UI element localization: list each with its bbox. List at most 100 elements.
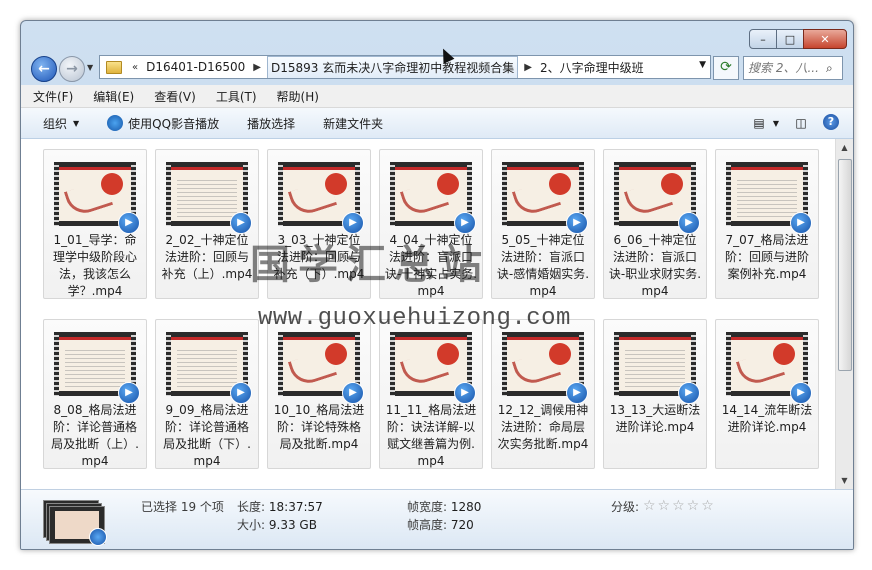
file-tile[interactable]: ▶ 2_02_十神定位法进阶：回顾与补充（上）.mp4 [155, 149, 259, 299]
breadcrumb-chevron-icon[interactable]: ▶ [518, 62, 538, 73]
file-name: 13_13_大运断法进阶详论.mp4 [609, 403, 701, 434]
rating-stars[interactable]: ☆☆☆☆☆ [643, 498, 716, 514]
menu-edit[interactable]: 编辑(E) [85, 88, 142, 105]
file-tile[interactable]: ▶ 7_07_格局法进阶：回顾与进阶案例补充.mp4 [715, 149, 819, 299]
qq-player-icon: ▶ [566, 382, 588, 404]
address-bar[interactable]: « D16401-D16500 ▶ D15893 玄而未决八字命理初中教程视频合… [99, 55, 711, 79]
minimize-button[interactable]: – [749, 29, 777, 49]
preview-pane-icon[interactable]: ◫ [791, 114, 811, 132]
folder-icon [106, 60, 122, 74]
view-dropdown-icon[interactable]: ▼ [771, 114, 781, 132]
vertical-scrollbar[interactable]: ▲ ▼ [835, 139, 853, 489]
file-name: 12_12_调候用神法进阶：命局层次实务批断.mp4 [497, 403, 589, 451]
file-tile[interactable]: ▶ 14_14_流年断法进阶详论.mp4 [715, 319, 819, 469]
file-tile[interactable]: ▶ 5_05_十神定位法进阶：盲派口诀-感情婚姻实务.mp4 [491, 149, 595, 299]
file-name: 10_10_格局法进阶：详论特殊格局及批断.mp4 [273, 403, 365, 451]
command-bar: 组织 ▼ 使用QQ影音播放 播放选择 新建文件夹 ▤ ▼ ◫ ? [21, 108, 853, 139]
qq-player-icon: ▶ [454, 212, 476, 234]
rating-label: 分级: [611, 500, 640, 514]
file-name: 5_05_十神定位法进阶：盲派口诀-感情婚姻实务.mp4 [496, 233, 590, 298]
qq-player-icon [89, 528, 107, 546]
organize-button[interactable]: 组织 ▼ [37, 115, 85, 132]
file-tile[interactable]: ▶ 8_08_格局法进阶：详论普通格局及批断（上）.mp4 [43, 319, 147, 469]
playlist-button[interactable]: 播放选择 [241, 115, 301, 132]
menu-help[interactable]: 帮助(H) [269, 88, 327, 105]
menu-file[interactable]: 文件(F) [25, 88, 81, 105]
qq-player-icon: ▶ [230, 382, 252, 404]
qq-player-icon: ▶ [790, 382, 812, 404]
watermark-url: www.guoxuehuizong.com [258, 305, 571, 332]
selection-count: 已选择 19 个项 [141, 500, 224, 514]
menu-view[interactable]: 查看(V) [146, 88, 204, 105]
frame-width-row: 帧宽度: 1280 [407, 498, 481, 515]
qq-player-icon: ▶ [678, 212, 700, 234]
search-box[interactable]: ⌕ [743, 56, 843, 80]
details-pane: 已选择 19 个项 长度: 18:37:57 大小: 9.33 GB 帧宽度: … [21, 489, 853, 549]
breadcrumb-item-3[interactable]: 2、八字命理中级班 [538, 59, 646, 76]
frame-height-row: 帧高度: 720 [407, 516, 474, 533]
file-tile[interactable]: ▶ 12_12_调候用神法进阶：命局层次实务批断.mp4 [491, 319, 595, 469]
qq-player-icon [107, 115, 124, 131]
help-icon[interactable]: ? [823, 114, 839, 130]
scroll-up-icon[interactable]: ▲ [836, 139, 853, 156]
file-tile[interactable]: ▶ 10_10_格局法进阶：详论特殊格局及批断.mp4 [267, 319, 371, 469]
file-name: 14_14_流年断法进阶详论.mp4 [721, 403, 813, 434]
file-tile[interactable]: ▶ 11_11_格局法进阶：诀法详解-以赋文继善篇为例.mp4 [379, 319, 483, 469]
file-name: 8_08_格局法进阶：详论普通格局及批断（上）.mp4 [51, 403, 139, 468]
frame-width-value: 1280 [450, 500, 482, 514]
qq-player-icon: ▶ [678, 382, 700, 404]
navigation-bar: ← → ▼ « D16401-D16500 ▶ D15893 玄而未决八字命理初… [21, 53, 853, 83]
size-row: 大小: 9.33 GB [237, 516, 317, 533]
qq-player-icon: ▶ [454, 382, 476, 404]
caption-buttons: – □ ✕ [749, 29, 847, 49]
view-tools: ▤ ▼ ◫ ? [739, 114, 839, 132]
breadcrumb-overflow[interactable]: « [126, 62, 144, 73]
duration-value: 18:37:57 [268, 500, 323, 514]
back-arrow-icon[interactable]: ← [31, 56, 57, 82]
chevron-down-icon: ▼ [73, 118, 80, 128]
menu-tools[interactable]: 工具(T) [208, 88, 265, 105]
file-name: 2_02_十神定位法进阶：回顾与补充（上）.mp4 [161, 233, 253, 281]
refresh-icon[interactable]: ⟳ [713, 56, 739, 80]
duration-label: 长度: [237, 500, 266, 514]
breadcrumb-chevron-icon[interactable]: ▶ [247, 62, 267, 73]
address-dropdown-icon[interactable]: ▼ [699, 60, 706, 70]
selection-thumbnail-stack [43, 500, 107, 546]
size-value: 9.33 GB [268, 518, 317, 532]
qq-player-icon: ▶ [230, 212, 252, 234]
file-name: 7_07_格局法进阶：回顾与进阶案例补充.mp4 [724, 233, 809, 281]
view-mode-icon[interactable]: ▤ [749, 114, 769, 132]
frame-height-label: 帧高度: [407, 518, 448, 532]
new-folder-button[interactable]: 新建文件夹 [317, 115, 389, 132]
qq-player-icon: ▶ [342, 212, 364, 234]
file-tile[interactable]: ▶ 13_13_大运断法进阶详论.mp4 [603, 319, 707, 469]
file-name: 9_09_格局法进阶：详论普通格局及批断（下）.mp4 [163, 403, 251, 468]
file-name: 11_11_格局法进阶：诀法详解-以赋文继善篇为例.mp4 [385, 403, 477, 468]
breadcrumb-item-2[interactable]: D15893 玄而未决八字命理初中教程视频合集 [267, 56, 519, 78]
search-icon[interactable]: ⌕ [826, 61, 833, 76]
organize-label: 组织 [43, 116, 68, 131]
watermark-title: 国学汇总站 [250, 241, 490, 288]
qq-player-icon: ▶ [790, 212, 812, 234]
scroll-thumb[interactable] [838, 159, 852, 371]
close-button[interactable]: ✕ [803, 29, 847, 49]
breadcrumb-item-1[interactable]: D16401-D16500 [144, 60, 247, 74]
frame-height-value: 720 [450, 518, 474, 532]
maximize-button[interactable]: □ [776, 29, 804, 49]
forward-arrow-icon[interactable]: → [59, 56, 85, 82]
file-tile[interactable]: ▶ 9_09_格局法进阶：详论普通格局及批断（下）.mp4 [155, 319, 259, 469]
qq-player-icon: ▶ [118, 382, 140, 404]
menu-bar: 文件(F) 编辑(E) 查看(V) 工具(T) 帮助(H) [21, 85, 853, 108]
qq-player-icon: ▶ [118, 212, 140, 234]
duration-row: 长度: 18:37:57 [237, 498, 323, 515]
file-tile[interactable]: ▶ 1_01_导学：命理学中级阶段心法，我该怎么学？.mp4 [43, 149, 147, 299]
history-dropdown-icon[interactable]: ▼ [87, 63, 93, 72]
size-label: 大小: [237, 518, 266, 532]
file-name: 6_06_十神定位法进阶：盲派口诀-职业求财实务.mp4 [608, 233, 702, 298]
scroll-down-icon[interactable]: ▼ [836, 472, 853, 489]
play-qq-button[interactable]: 使用QQ影音播放 [101, 115, 225, 132]
file-tile[interactable]: ▶ 6_06_十神定位法进阶：盲派口诀-职业求财实务.mp4 [603, 149, 707, 299]
qq-player-icon: ▶ [342, 382, 364, 404]
play-qq-label: 使用QQ影音播放 [128, 116, 220, 131]
search-input[interactable] [744, 60, 826, 76]
